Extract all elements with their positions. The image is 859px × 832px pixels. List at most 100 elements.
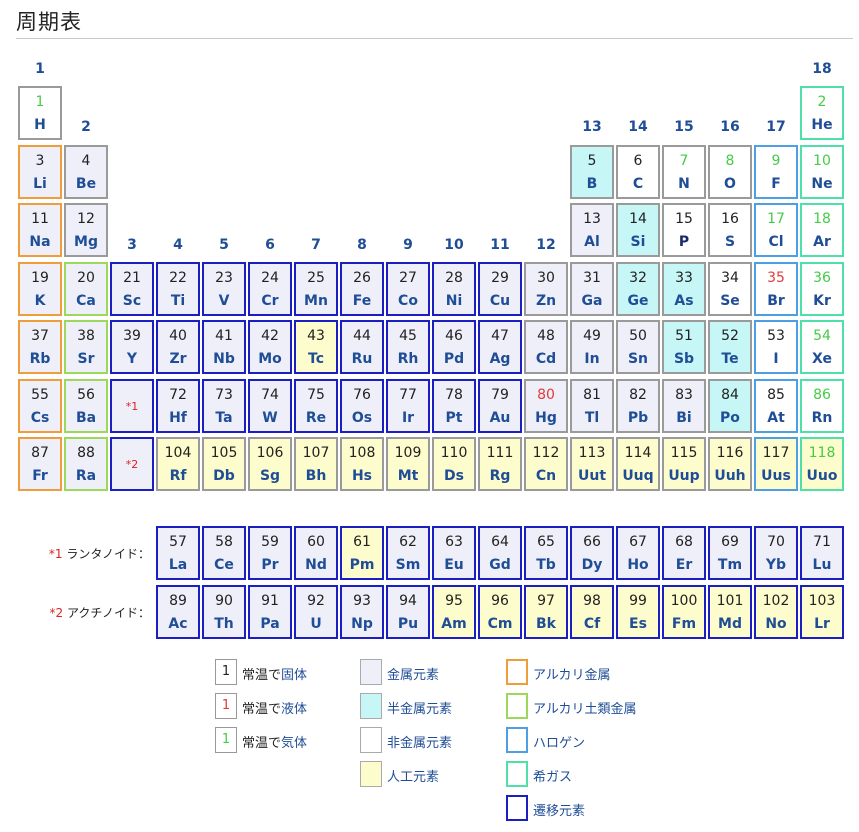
element-N[interactable]: 7N [662, 144, 706, 199]
element-I[interactable]: 53 I [754, 320, 798, 374]
element-Ar[interactable]: 18 Ar [800, 203, 844, 257]
element-Sr[interactable]: 38 Sr [64, 320, 108, 374]
element-Lu[interactable]: 71 Lu [800, 526, 844, 580]
element-Re[interactable]: 75 Re [294, 378, 338, 433]
element-Sm[interactable]: 62 Sm [386, 526, 430, 580]
element-Hf[interactable]: 72 Hf [156, 378, 200, 433]
element-Ne[interactable]: 10 Ne [800, 144, 844, 199]
element-Te[interactable]: 52 Te [708, 320, 752, 374]
element-Bi[interactable]: 83 Bi [662, 378, 706, 433]
element-Ce[interactable]: 58 Ce [202, 526, 246, 580]
element-Cu[interactable]: 29 Cu [478, 261, 522, 316]
element-Md[interactable]: 101 Md [708, 585, 752, 639]
element-La[interactable]: 57 La [156, 526, 200, 580]
element-Ga[interactable]: 31 Ga [570, 261, 614, 316]
element-Ho[interactable]: 67 Ho [616, 526, 660, 580]
element-Ge[interactable]: 32 Ge [616, 261, 660, 316]
element-Os[interactable]: 76 Os [340, 378, 384, 433]
element-Es[interactable]: 99 Es [616, 585, 660, 639]
element-Rn[interactable]: 86 Rn [800, 378, 844, 433]
element-Rh[interactable]: 45 Rh [386, 320, 430, 374]
element-Uup[interactable]: 115 Uup [662, 437, 706, 491]
element-Uuq[interactable]: 114 Uuq [616, 437, 660, 491]
element-Ni[interactable]: 28 Ni [432, 261, 476, 316]
element-Cm[interactable]: 96 Cm [478, 585, 522, 639]
element-Fe[interactable]: 26 Fe [340, 261, 384, 316]
element-Lr[interactable]: 103 Lr [800, 585, 844, 639]
element-Ca[interactable]: 20 Ca [64, 261, 108, 316]
element-Hg[interactable]: 80 Hg [524, 378, 568, 433]
element-U[interactable]: 92 U [294, 585, 338, 639]
element-Ti[interactable]: 22 Ti [156, 261, 200, 316]
element-Pb[interactable]: 82 Pb [616, 378, 660, 433]
element-Cr[interactable]: 24 Cr [248, 261, 292, 316]
element-Sc[interactable]: 21 Sc [110, 261, 154, 316]
element-Nb[interactable]: 41 Nb [202, 320, 246, 374]
element-Gd[interactable]: 64 Gd [478, 526, 522, 580]
element-Dy[interactable]: 66 Dy [570, 526, 614, 580]
element-He[interactable]: 2 He [800, 86, 844, 140]
element-Au[interactable]: 79 Au [478, 378, 522, 433]
element-In[interactable]: 49 In [570, 320, 614, 374]
element-Mt[interactable]: 109 Mt [386, 437, 430, 491]
element-Se[interactable]: 34 Se [708, 261, 752, 316]
element-Pt[interactable]: 78 Pt [432, 378, 476, 433]
element-Cn[interactable]: 112 Cn [524, 437, 568, 491]
element-Br[interactable]: 35 Br [754, 261, 798, 316]
element-Ba[interactable]: 56 Ba [64, 378, 108, 433]
element-Mn[interactable]: 25 Mn [294, 261, 338, 316]
element-Y[interactable]: 39 Y [110, 320, 154, 374]
element-Tm[interactable]: 69 Tm [708, 526, 752, 580]
element-Pd[interactable]: 46 Pd [432, 320, 476, 374]
element-Uut[interactable]: 113 Uut [570, 437, 614, 491]
element-Tc[interactable]: 43 Tc [294, 320, 338, 374]
element-Np[interactable]: 93 Np [340, 585, 384, 639]
element-Fr[interactable]: 87 Fr [18, 437, 62, 491]
element-Co[interactable]: 27 Co [386, 261, 430, 316]
placeholder-*1[interactable]: *1 [110, 378, 154, 433]
element-F[interactable]: 9F [754, 144, 798, 199]
element-P[interactable]: 15 P [662, 203, 706, 257]
element-Cs[interactable]: 55 Cs [18, 378, 62, 433]
element-Sg[interactable]: 106 Sg [248, 437, 292, 491]
element-Si[interactable]: 14 Si [616, 203, 660, 257]
element-H[interactable]: 1H [18, 86, 62, 140]
element-W[interactable]: 74 W [248, 378, 292, 433]
element-Tl[interactable]: 81 Tl [570, 378, 614, 433]
element-Sn[interactable]: 50 Sn [616, 320, 660, 374]
element-Nd[interactable]: 60 Nd [294, 526, 338, 580]
element-Pr[interactable]: 59 Pr [248, 526, 292, 580]
element-Eu[interactable]: 63 Eu [432, 526, 476, 580]
element-Ru[interactable]: 44 Ru [340, 320, 384, 374]
element-Al[interactable]: 13 Al [570, 203, 614, 257]
element-Rb[interactable]: 37 Rb [18, 320, 62, 374]
element-Xe[interactable]: 54 Xe [800, 320, 844, 374]
element-B[interactable]: 5B [570, 144, 614, 199]
element-Bk[interactable]: 97 Bk [524, 585, 568, 639]
element-Er[interactable]: 68 Er [662, 526, 706, 580]
element-O[interactable]: 8O [708, 144, 752, 199]
element-Zr[interactable]: 40 Zr [156, 320, 200, 374]
element-Bh[interactable]: 107 Bh [294, 437, 338, 491]
element-Li[interactable]: 3 Li [18, 144, 62, 199]
element-Pm[interactable]: 61 Pm [340, 526, 384, 580]
element-Ag[interactable]: 47 Ag [478, 320, 522, 374]
element-Mg[interactable]: 12 Mg [64, 203, 108, 257]
element-Po[interactable]: 84 Po [708, 378, 752, 433]
element-At[interactable]: 85 At [754, 378, 798, 433]
element-Ta[interactable]: 73 Ta [202, 378, 246, 433]
element-Cd[interactable]: 48 Cd [524, 320, 568, 374]
element-Uuh[interactable]: 116 Uuh [708, 437, 752, 491]
placeholder-*2[interactable]: *2 [110, 437, 154, 491]
element-Uuo[interactable]: 118 Uuo [800, 437, 844, 491]
element-Be[interactable]: 4 Be [64, 144, 108, 199]
element-Th[interactable]: 90 Th [202, 585, 246, 639]
element-Ra[interactable]: 88 Ra [64, 437, 108, 491]
element-K[interactable]: 19 K [18, 261, 62, 316]
element-Zn[interactable]: 30 Zn [524, 261, 568, 316]
element-C[interactable]: 6C [616, 144, 660, 199]
element-Yb[interactable]: 70 Yb [754, 526, 798, 580]
element-Tb[interactable]: 65 Tb [524, 526, 568, 580]
element-As[interactable]: 33 As [662, 261, 706, 316]
element-Db[interactable]: 105 Db [202, 437, 246, 491]
